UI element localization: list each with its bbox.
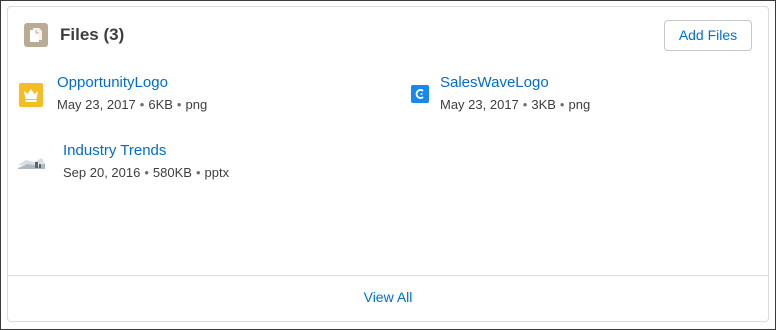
- file-type: png: [185, 97, 208, 112]
- file-name-link[interactable]: Industry Trends: [63, 142, 166, 159]
- file-size: 3KB: [531, 97, 556, 112]
- card-title: Files (3): [60, 25, 125, 44]
- view-all-link[interactable]: View All: [364, 289, 413, 305]
- crown-thumbnail-icon[interactable]: [19, 83, 43, 107]
- file-meta: May 23, 2017 • 6KB • png: [57, 97, 207, 112]
- meta-separator: •: [195, 165, 201, 180]
- slide-thumbnail-icon[interactable]: [16, 151, 46, 173]
- file-date: May 23, 2017: [57, 97, 136, 112]
- file-date: Sep 20, 2016: [63, 165, 141, 180]
- files-icon: [24, 23, 48, 47]
- window-frame: Files (3) Add Files OpportunityLogo May …: [0, 0, 776, 330]
- file-size: 6KB: [148, 97, 173, 112]
- meta-separator: •: [176, 97, 182, 112]
- files-card: Files (3) Add Files OpportunityLogo May …: [7, 6, 769, 322]
- meta-separator: •: [559, 97, 565, 112]
- file-name-link[interactable]: OpportunityLogo: [57, 74, 168, 91]
- file-type: pptx: [204, 165, 230, 180]
- card-header: Files (3) Add Files: [8, 7, 768, 67]
- file-meta: Sep 20, 2016 • 580KB • pptx: [63, 165, 229, 180]
- file-size: 580KB: [152, 165, 192, 180]
- card-footer: View All: [8, 275, 768, 321]
- file-item: SalesWaveLogo May 23, 2017 • 3KB • png: [411, 71, 751, 115]
- file-date: May 23, 2017: [440, 97, 519, 112]
- file-item: OpportunityLogo May 23, 2017 • 6KB • png: [19, 71, 379, 115]
- saleswave-logo-thumbnail-icon[interactable]: [411, 85, 429, 103]
- file-name-link[interactable]: SalesWaveLogo: [440, 74, 549, 91]
- meta-separator: •: [144, 165, 149, 180]
- meta-separator: •: [522, 97, 528, 112]
- add-files-button[interactable]: Add Files: [664, 20, 752, 51]
- file-type: png: [568, 97, 591, 112]
- meta-separator: •: [139, 97, 145, 112]
- file-meta: May 23, 2017 • 3KB • png: [440, 97, 590, 112]
- file-item: Industry Trends Sep 20, 2016 • 580KB • pptx: [16, 139, 376, 183]
